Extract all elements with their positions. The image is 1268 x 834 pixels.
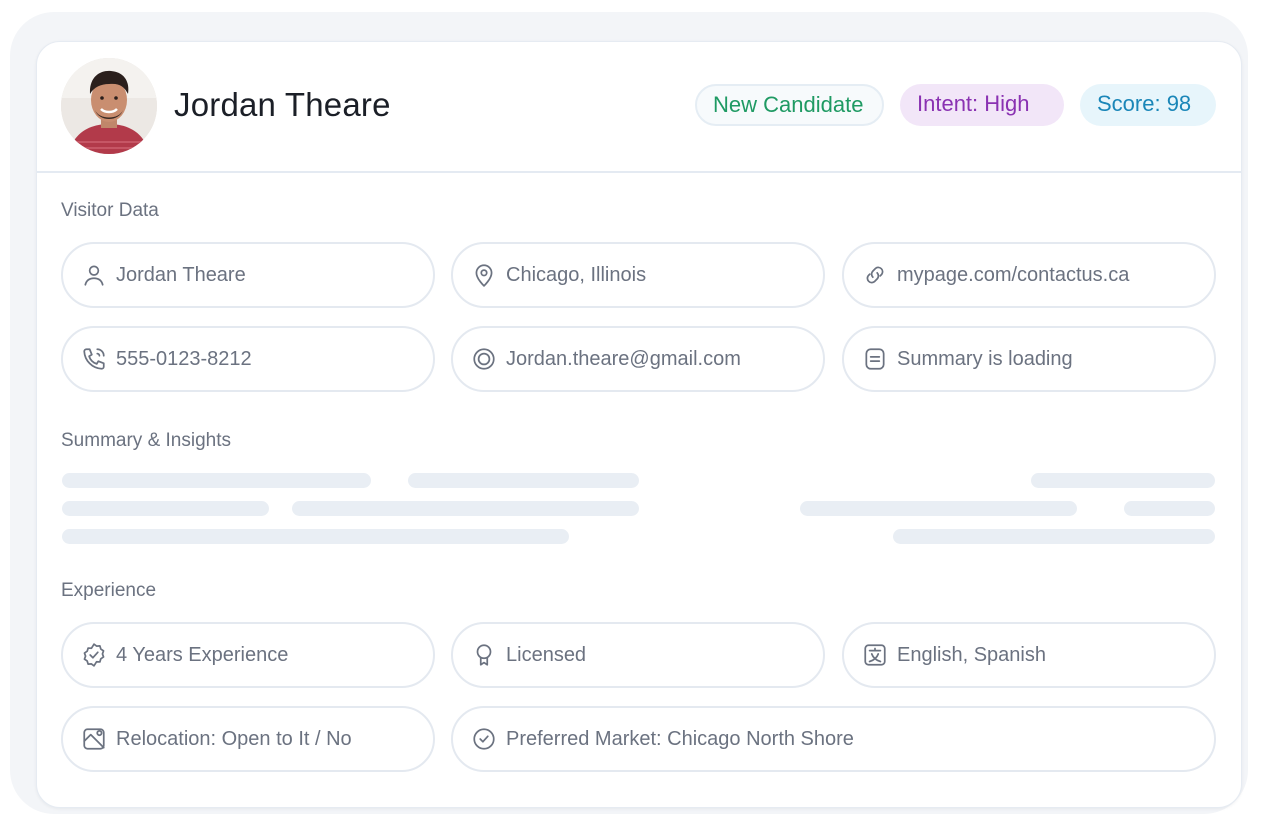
preferred-market-field: Preferred Market: Chicago North Shore	[451, 706, 1216, 772]
visitor-email-field[interactable]: Jordan.theare@gmail.com	[451, 326, 825, 392]
summary-insights-heading: Summary & Insights	[61, 430, 231, 451]
phone-icon	[81, 346, 107, 372]
skeleton-line	[1124, 501, 1215, 516]
visitor-url-field[interactable]: mypage.com/contactus.ca	[842, 242, 1216, 308]
skeleton-line	[408, 473, 639, 488]
license-status: Licensed	[506, 643, 587, 666]
visitor-url[interactable]: mypage.com/contactus.ca	[897, 264, 1129, 287]
skeleton-line	[62, 473, 371, 488]
skeleton-line	[62, 529, 569, 544]
skeleton-line	[292, 501, 639, 516]
location-pin-icon	[471, 262, 497, 288]
visitor-data-heading: Visitor Data	[61, 200, 159, 221]
visitor-name: Jordan Theare	[116, 263, 246, 286]
intent-badge: Intent: High	[900, 84, 1064, 126]
map-icon	[81, 726, 107, 752]
languages: English, Spanish	[897, 643, 1046, 666]
card-header: Jordan Theare New Candidate Intent: High…	[37, 42, 1241, 173]
visitor-location: Chicago, Illinois	[506, 263, 647, 286]
link-icon	[862, 262, 888, 288]
skeleton-line	[1031, 473, 1215, 488]
at-sign-icon	[471, 346, 497, 372]
experience-years: 4 Years Experience	[116, 643, 289, 666]
candidate-card: Jordan Theare New Candidate Intent: High…	[36, 41, 1242, 808]
visitor-email[interactable]: Jordan.theare@gmail.com	[506, 348, 741, 371]
score-badge: Score: 98	[1080, 84, 1216, 126]
visitor-phone-field[interactable]: 555-0123-8212	[61, 326, 435, 392]
card-backdrop: Jordan Theare New Candidate Intent: High…	[10, 12, 1248, 814]
summary-status-field: Summary is loading	[842, 326, 1216, 392]
preferred-market: Preferred Market: Chicago North Shore	[506, 727, 854, 750]
check-circle-icon	[471, 726, 497, 752]
skeleton-line	[62, 501, 269, 516]
avatar	[61, 58, 157, 154]
person-icon	[81, 262, 107, 288]
license-field: Licensed	[451, 622, 825, 688]
translate-icon	[862, 642, 888, 668]
verified-badge-icon	[81, 642, 107, 668]
relocation-field: Relocation: Open to It / No	[61, 706, 435, 772]
experience-years-field: 4 Years Experience	[61, 622, 435, 688]
visitor-name-field: Jordan Theare	[61, 242, 435, 308]
summary-status: Summary is loading	[897, 347, 1073, 370]
award-icon	[471, 642, 497, 668]
languages-field: English, Spanish	[842, 622, 1216, 688]
skeleton-line	[800, 501, 1077, 516]
relocation: Relocation: Open to It / No	[116, 727, 352, 750]
new-candidate-badge: New Candidate	[695, 84, 884, 126]
skeleton-line	[893, 529, 1215, 544]
visitor-location-field: Chicago, Illinois	[451, 242, 825, 308]
visitor-phone[interactable]: 555-0123-8212	[116, 348, 252, 371]
experience-heading: Experience	[61, 580, 157, 601]
document-icon	[862, 346, 888, 372]
candidate-name: Jordan Theare	[174, 86, 391, 123]
